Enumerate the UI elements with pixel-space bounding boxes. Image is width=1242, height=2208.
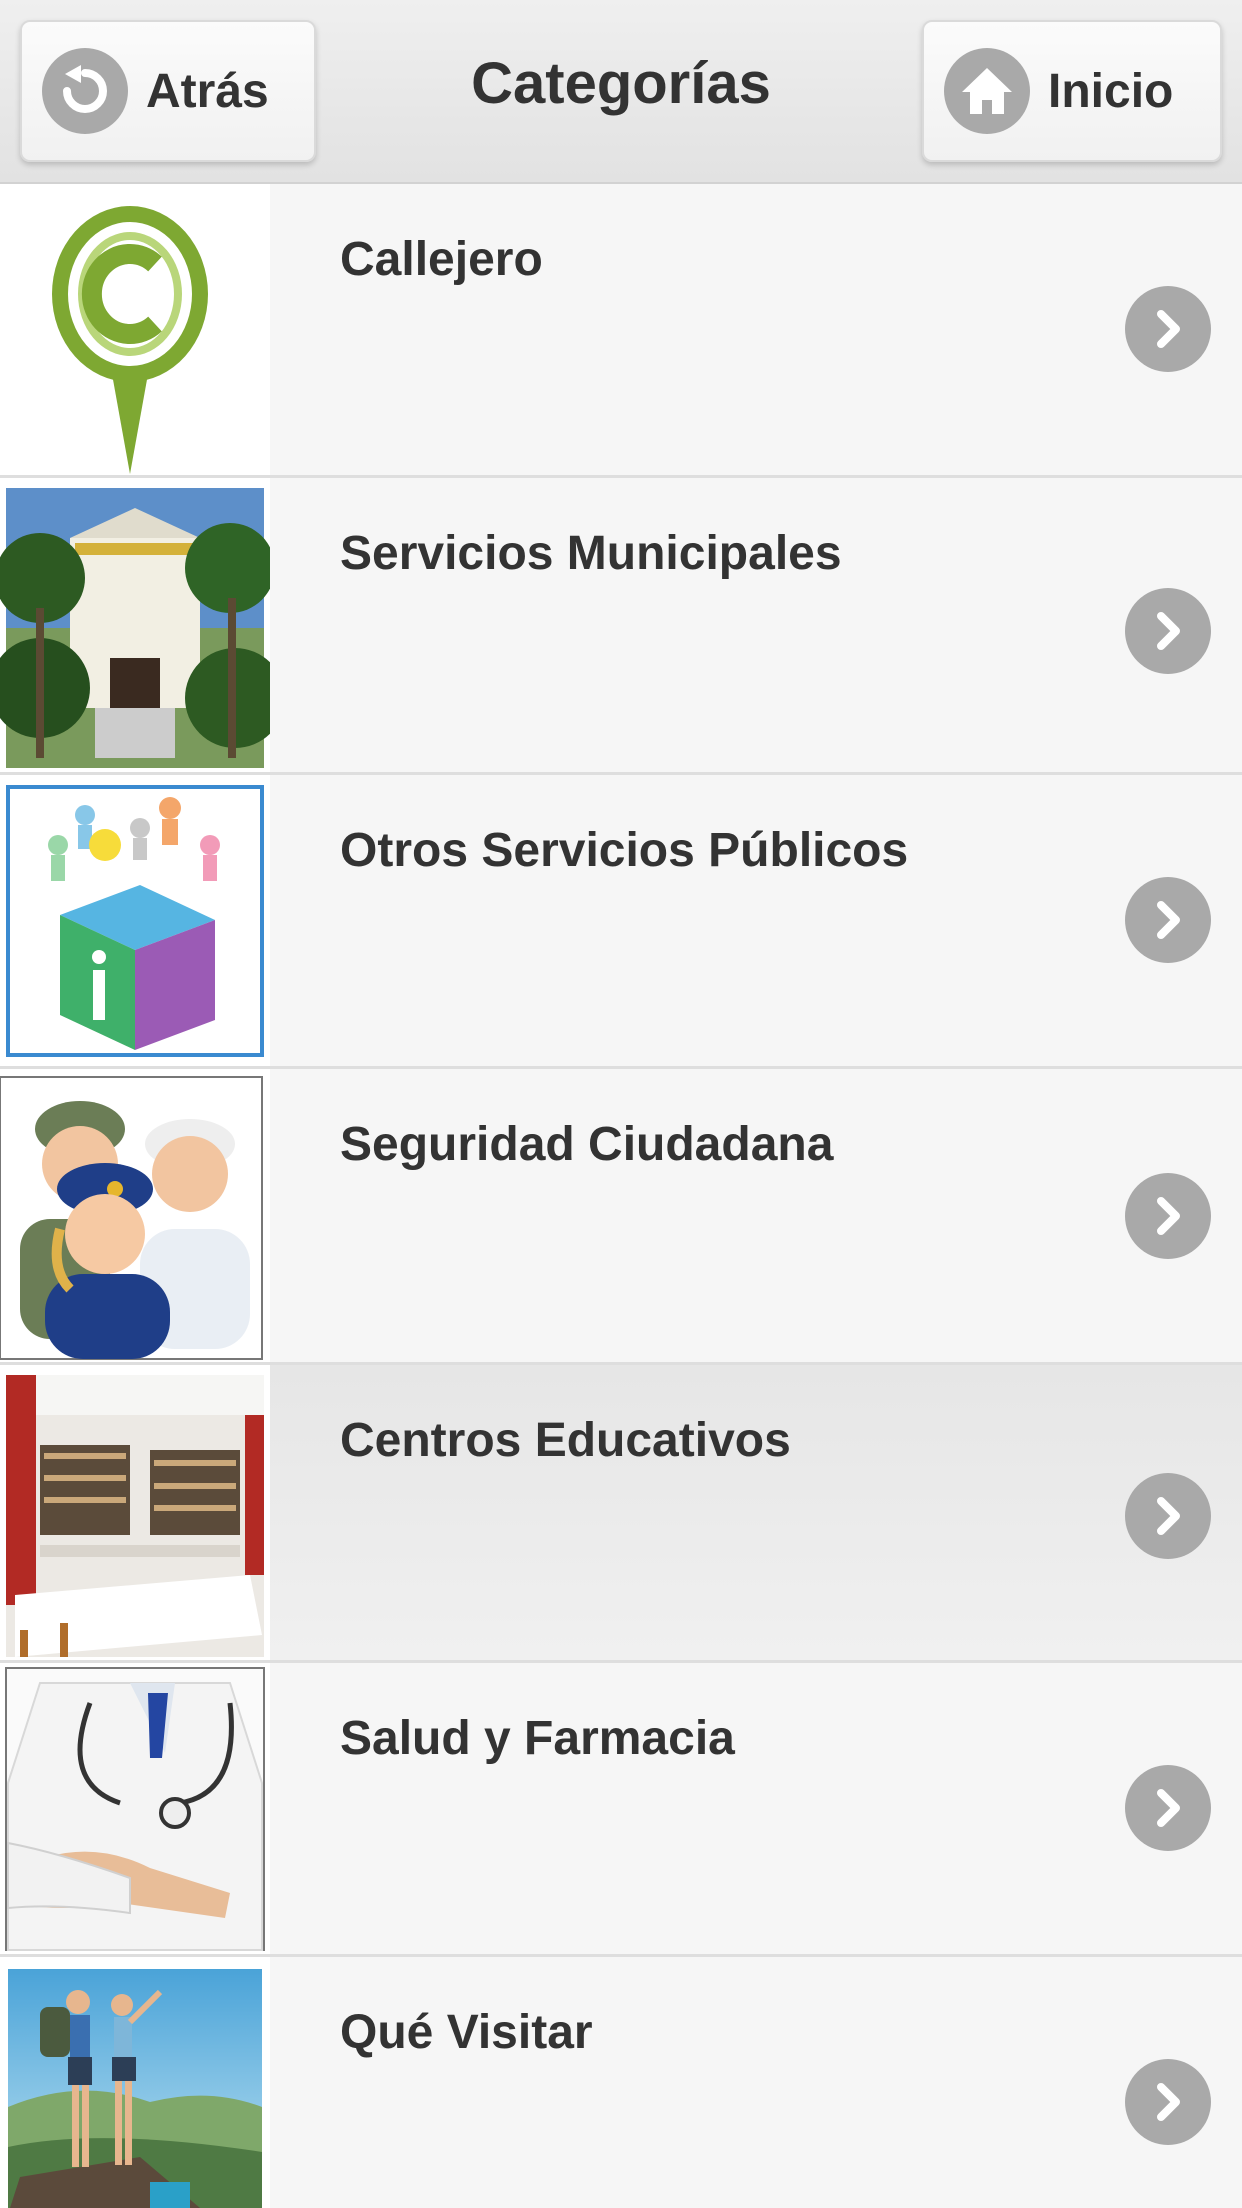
chevron-right-icon bbox=[1125, 1173, 1211, 1259]
chevron-right-icon bbox=[1125, 2059, 1211, 2145]
chevron-right-icon bbox=[1125, 1765, 1211, 1851]
category-label: Servicios Municipales bbox=[340, 527, 842, 580]
chevron-right-icon bbox=[1125, 588, 1211, 674]
security-people-icon bbox=[0, 1069, 270, 1362]
doctor-photo bbox=[0, 1663, 270, 1954]
category-label: Centros Educativos bbox=[340, 1414, 791, 1467]
home-button-label: Inicio bbox=[1048, 64, 1174, 118]
category-label: Otros Servicios Públicos bbox=[340, 824, 909, 877]
category-row-salud-y-farmacia[interactable]: Salud y Farmacia bbox=[0, 1663, 1242, 1957]
info-cube-icon bbox=[0, 775, 270, 1066]
hikers-photo bbox=[0, 1957, 270, 2208]
header-bar: Atrás Categorías Inicio bbox=[0, 0, 1242, 184]
category-row-seguridad-ciudadana[interactable]: Seguridad Ciudadana bbox=[0, 1069, 1242, 1365]
town-hall-photo bbox=[0, 478, 270, 772]
category-label: Callejero bbox=[340, 233, 543, 286]
category-row-centros-educativos[interactable]: Centros Educativos bbox=[0, 1365, 1242, 1663]
category-label: Salud y Farmacia bbox=[340, 1712, 735, 1765]
chevron-right-icon bbox=[1125, 286, 1211, 372]
chevron-right-icon bbox=[1125, 1473, 1211, 1559]
chevron-right-icon bbox=[1125, 877, 1211, 963]
category-row-otros-servicios-publicos[interactable]: Otros Servicios Públicos bbox=[0, 775, 1242, 1069]
category-row-que-visitar[interactable]: Qué Visitar bbox=[0, 1957, 1242, 2208]
category-label: Seguridad Ciudadana bbox=[340, 1118, 834, 1171]
category-row-callejero[interactable]: Callejero bbox=[0, 184, 1242, 478]
category-row-servicios-municipales[interactable]: Servicios Municipales bbox=[0, 478, 1242, 775]
home-icon bbox=[944, 48, 1030, 134]
library-photo bbox=[0, 1365, 270, 1660]
category-label: Qué Visitar bbox=[340, 2006, 593, 2059]
home-button[interactable]: Inicio bbox=[922, 20, 1222, 162]
map-pin-c-icon bbox=[0, 184, 270, 475]
